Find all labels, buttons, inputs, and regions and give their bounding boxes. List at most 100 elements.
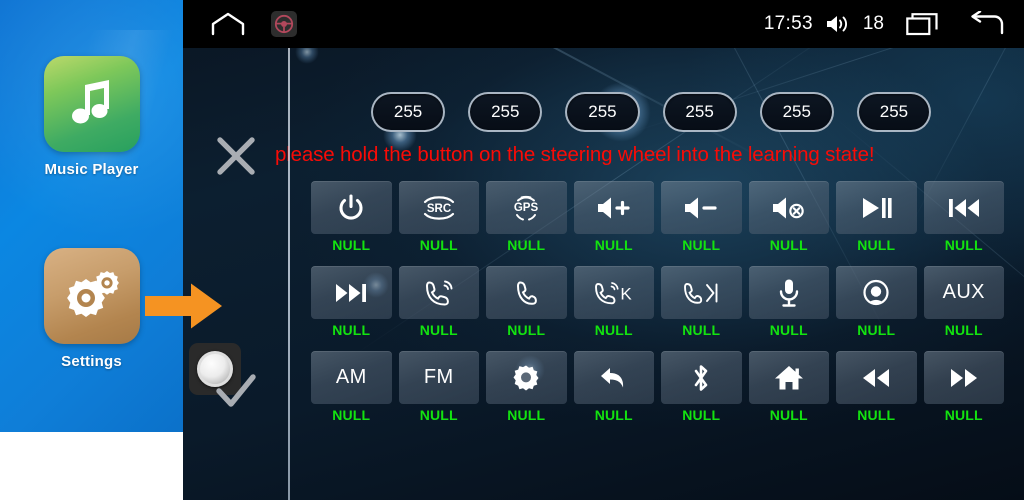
button-status: NULL <box>332 237 371 253</box>
grid-cell-answer-call[interactable]: NULL <box>398 266 479 338</box>
grid-cell-next-track[interactable]: NULL <box>311 266 392 338</box>
button-status: NULL <box>507 407 546 423</box>
hangup-call-icon[interactable] <box>486 266 567 319</box>
button-status: NULL <box>857 322 896 338</box>
grid-cell-home[interactable]: NULL <box>748 351 829 423</box>
grid-cell-fast-forward[interactable]: NULL <box>923 351 1004 423</box>
grid-cell-camera[interactable]: NULL <box>836 266 917 338</box>
grid-cell-settings[interactable]: NULL <box>486 351 567 423</box>
rewind-icon[interactable] <box>836 351 917 404</box>
status-bar-right-group: 17:53 18 <box>764 0 1004 48</box>
answer-call-k-icon[interactable]: K <box>573 266 654 319</box>
next-track-icon[interactable] <box>311 266 392 319</box>
grid-cell-microphone[interactable]: NULL <box>748 266 829 338</box>
vertical-divider <box>288 48 290 500</box>
learned-value-row: 255 255 255 255 255 255 <box>371 92 932 132</box>
play-pause-icon[interactable] <box>836 181 917 234</box>
fm-button[interactable]: FM <box>398 351 479 404</box>
value-pill[interactable]: 255 <box>759 92 834 132</box>
button-status: NULL <box>419 407 458 423</box>
button-status: NULL <box>944 322 983 338</box>
svg-text:SRC: SRC <box>427 203 451 215</box>
button-status: NULL <box>857 407 896 423</box>
grid-cell-mute[interactable]: NULL <box>748 181 829 253</box>
aux-label: AUX <box>942 281 985 303</box>
fm-label: FM <box>423 366 454 388</box>
confirm-button[interactable] <box>213 368 259 414</box>
value-pill[interactable]: 255 <box>856 92 932 132</box>
value-pill[interactable]: 255 <box>468 92 543 132</box>
button-status: NULL <box>857 237 896 253</box>
grid-cell-play-pause[interactable]: NULL <box>836 181 917 253</box>
button-status: NULL <box>419 322 458 338</box>
grid-cell-back[interactable]: NULL <box>573 351 654 423</box>
grid-cell-src[interactable]: SRC NULL <box>398 181 479 253</box>
back-arrow-icon[interactable] <box>573 351 654 404</box>
button-status: NULL <box>682 407 721 423</box>
clock-text: 17:53 <box>763 13 813 34</box>
grid-cell-rewind[interactable]: NULL <box>836 351 917 423</box>
grid-cell-previous-track[interactable]: NULL <box>923 181 1004 253</box>
volume-up-icon[interactable] <box>573 181 654 234</box>
gears-icon <box>43 248 140 344</box>
camera-icon[interactable] <box>836 266 917 319</box>
button-status: NULL <box>769 237 808 253</box>
grid-cell-fm[interactable]: FM NULL <box>398 351 479 423</box>
grid-cell-volume-down[interactable]: NULL <box>661 181 742 253</box>
am-label: AM <box>335 366 367 388</box>
cancel-button[interactable] <box>213 133 259 179</box>
status-bar: 17:53 18 <box>183 0 1024 48</box>
main-panel: 17:53 18 255 255 255 255 255 255 please … <box>183 0 1024 500</box>
home-icon[interactable] <box>211 12 245 36</box>
hangup-call-next-icon[interactable] <box>661 266 742 319</box>
steering-wheel-icon[interactable] <box>271 11 297 37</box>
button-status: NULL <box>507 322 546 338</box>
button-status: NULL <box>594 322 633 338</box>
grid-cell-power[interactable]: NULL <box>311 181 392 253</box>
grid-cell-hangup-call[interactable]: NULL <box>486 266 567 338</box>
fast-forward-icon[interactable] <box>923 351 1004 404</box>
grid-cell-am[interactable]: AM NULL <box>311 351 392 423</box>
steering-wheel-learning-screen: Music Player Settings 17:53 18 255 255 2… <box>0 0 1024 500</box>
power-icon[interactable] <box>311 181 392 234</box>
grid-row: NULL NULL NULL K NULL NULL NULL NULL AUX… <box>311 266 1011 338</box>
bluetooth-icon[interactable] <box>661 351 742 404</box>
warning-message: please hold the button on the steering w… <box>275 143 875 166</box>
grid-cell-bluetooth[interactable]: NULL <box>661 351 742 423</box>
home-icon[interactable] <box>748 351 829 404</box>
src-icon[interactable]: SRC <box>398 181 479 234</box>
value-pill[interactable]: 255 <box>371 92 446 132</box>
music-note-icon <box>43 56 140 152</box>
volume-icon[interactable] <box>825 13 851 35</box>
aux-button[interactable]: AUX <box>923 266 1004 319</box>
grid-row: AM NULL FM NULL NULL NULL NULL NULL NULL… <box>311 351 1011 423</box>
grid-row: NULL SRC NULL GPS NULL NULL NULL NULL NU… <box>311 181 1011 253</box>
am-button[interactable]: AM <box>311 351 392 404</box>
value-pill[interactable]: 255 <box>662 92 737 132</box>
button-status: NULL <box>507 237 546 253</box>
grid-cell-aux[interactable]: AUX NULL <box>923 266 1004 338</box>
answer-call-icon[interactable] <box>398 266 479 319</box>
svg-text:K: K <box>620 284 632 303</box>
settings-gear-icon[interactable] <box>486 351 567 404</box>
grid-cell-hangup-call-next[interactable]: NULL <box>661 266 742 338</box>
volume-down-icon[interactable] <box>661 181 742 234</box>
microphone-icon[interactable] <box>748 266 829 319</box>
value-pill[interactable]: 255 <box>565 92 640 132</box>
svg-text:GPS: GPS <box>514 202 539 214</box>
button-status: NULL <box>769 407 808 423</box>
gps-icon[interactable]: GPS <box>486 181 567 234</box>
mute-icon[interactable] <box>748 181 829 234</box>
recent-apps-icon[interactable] <box>906 12 938 36</box>
grid-cell-gps[interactable]: GPS NULL <box>486 181 567 253</box>
grid-cell-answer-call-k[interactable]: K NULL <box>573 266 654 338</box>
back-arrow-icon[interactable] <box>968 11 1004 37</box>
sidebar-item-label: Settings <box>61 353 122 370</box>
button-status: NULL <box>332 322 371 338</box>
button-status: NULL <box>944 407 983 423</box>
grid-cell-volume-up[interactable]: NULL <box>573 181 654 253</box>
previous-track-icon[interactable] <box>923 181 1004 234</box>
volume-level-text: 18 <box>862 13 884 34</box>
sidebar-item-music-player[interactable]: Music Player <box>0 56 183 178</box>
learning-control-column <box>183 48 288 500</box>
